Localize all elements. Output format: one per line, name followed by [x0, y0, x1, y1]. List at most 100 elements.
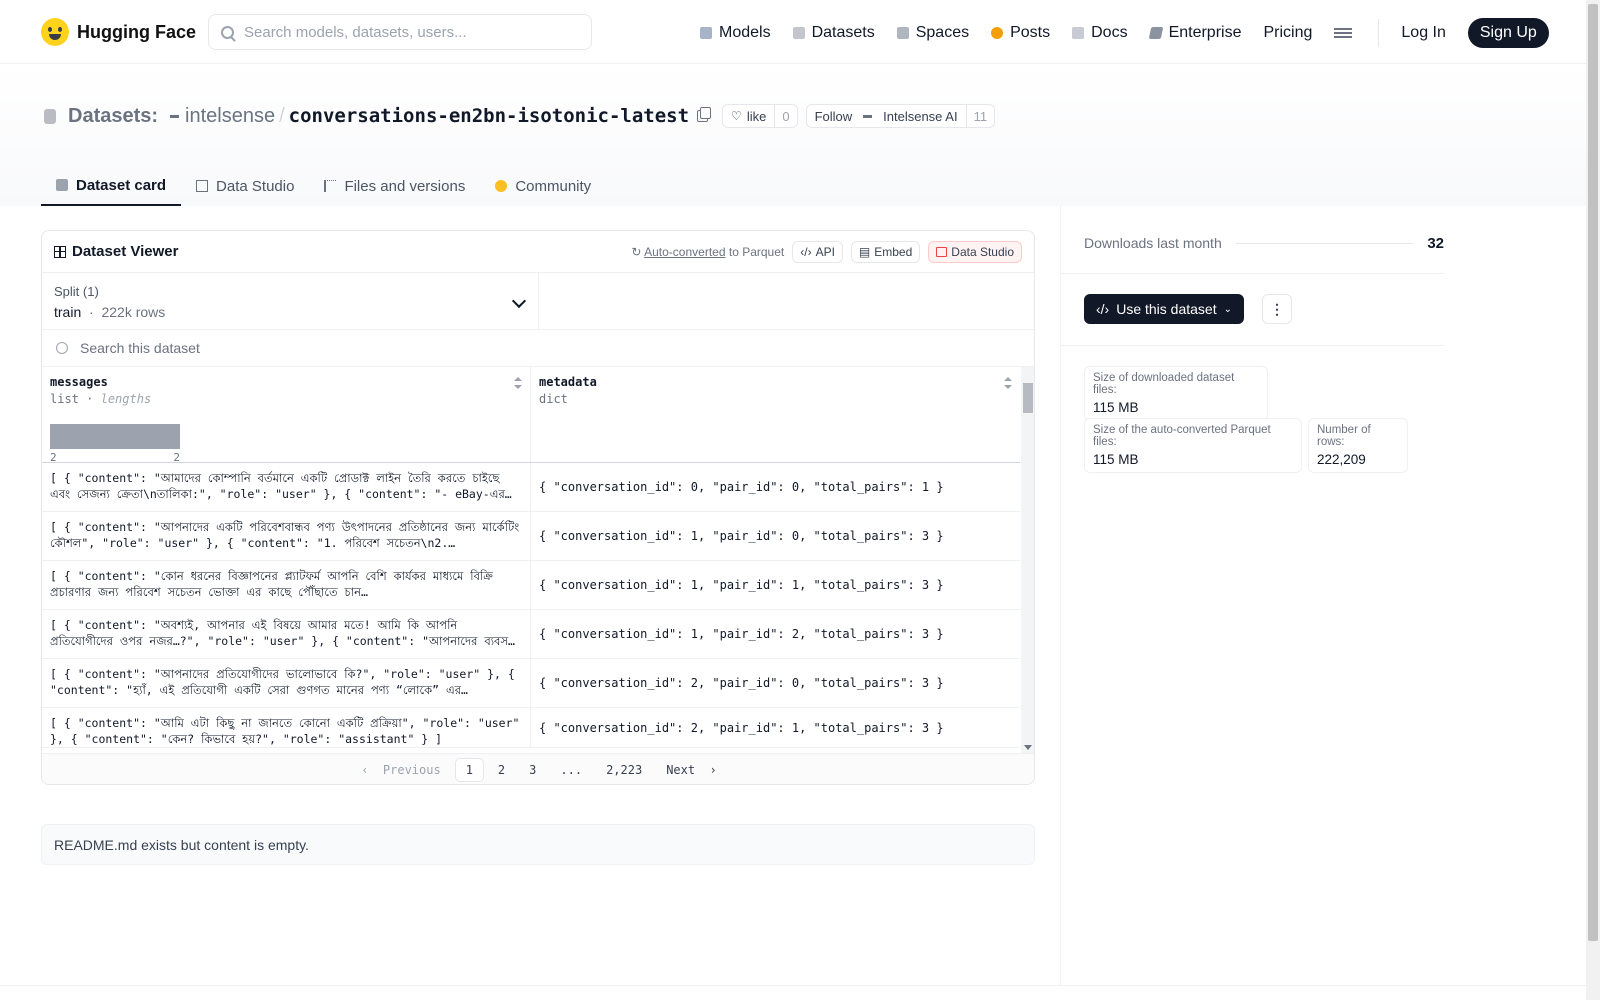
column-header-metadata[interactable]: metadata dict	[531, 367, 1020, 462]
data-studio-button[interactable]: Data Studio	[928, 240, 1022, 263]
tab-data-studio[interactable]: Data Studio	[181, 166, 309, 206]
table-row[interactable]: [ { "content": "আমাদের কোম্পানি বর্তমানে…	[42, 463, 1020, 512]
viewer-header: Dataset Viewer ↻ Auto-converted to Parqu…	[42, 231, 1034, 273]
cell-messages[interactable]: [ { "content": "কোন ধরনের বিজ্ঞাপনের প্ল…	[42, 561, 531, 609]
nav-models-label: Models	[719, 24, 771, 41]
cell-text: [ { "content": "আমাদের কোম্পানি বর্তমানে…	[50, 471, 512, 501]
cell-messages[interactable]: [ { "content": "আপনাদের একটি পরিবেশবান্ধ…	[42, 512, 531, 560]
api-button[interactable]: ‹/› API	[792, 240, 843, 263]
embed-button[interactable]: ▤ Embed	[850, 240, 921, 263]
dataset-search[interactable]	[42, 330, 1034, 367]
nav-links: Models Datasets Spaces Posts Docs Enterp…	[700, 18, 1549, 48]
dataset-name-link[interactable]: conversations-en2bn-isotonic-latest	[289, 105, 689, 127]
kebab-icon: ⋮	[1270, 300, 1284, 317]
table-row[interactable]: [ { "content": "আমি এটা কিছু না জানতে কো…	[42, 708, 1020, 748]
cell-messages[interactable]: [ { "content": "অবশ্যই, আপনার এই বিষয়ে …	[42, 610, 531, 658]
cell-text: [ { "content": "আপনাদের প্রতিযোগীদের ভাল…	[50, 667, 515, 697]
table-row[interactable]: [ { "content": "অবশ্যই, আপনার এই বিষয়ে …	[42, 610, 1020, 659]
nav-models[interactable]: Models	[700, 24, 771, 42]
home-logo-link[interactable]: Hugging Face	[41, 18, 196, 46]
histogram-labels: 22	[50, 451, 180, 464]
table-row[interactable]: [ { "content": "আপনাদের প্রতিযোগীদের ভাল…	[42, 659, 1020, 708]
scroll-down-arrow-icon[interactable]	[1024, 745, 1032, 750]
sort-icon[interactable]	[1004, 377, 1012, 389]
length-histogram-bar[interactable]	[50, 424, 180, 449]
cell-metadata[interactable]: { "conversation_id": 2, "pair_id": 0, "t…	[531, 659, 1020, 707]
nav-pricing[interactable]: Pricing	[1263, 24, 1312, 42]
split-dropdown[interactable]: Split (1) train · 222k rows	[42, 273, 539, 329]
breadcrumb-org-link[interactable]: intelsense	[185, 105, 275, 128]
column-type-text: list	[50, 392, 79, 406]
table-row[interactable]: [ { "content": "আপনাদের একটি পরিবেশবান্ধ…	[42, 512, 1020, 561]
follow-count: 11	[965, 105, 995, 127]
cell-metadata[interactable]: { "conversation_id": 1, "pair_id": 1, "t…	[531, 561, 1020, 609]
embed-label: Embed	[874, 244, 913, 259]
book-icon	[1072, 27, 1085, 39]
sort-icon[interactable]	[514, 377, 522, 389]
tab-dataset-card[interactable]: Dataset card	[41, 166, 182, 206]
page-scrollbar-thumb[interactable]	[1588, 4, 1598, 941]
next-label: Next	[666, 763, 696, 777]
stat-label: Size of the auto-converted Parquet files…	[1093, 424, 1271, 448]
split-dot: ·	[89, 304, 94, 320]
login-link[interactable]: Log In	[1401, 24, 1445, 42]
chevron-down-icon: ⌄	[1223, 303, 1232, 315]
cell-messages[interactable]: [ { "content": "আপনাদের প্রতিযোগীদের ভাল…	[42, 659, 531, 707]
scrollbar-thumb[interactable]	[1023, 383, 1033, 413]
dataset-search-input[interactable]	[80, 340, 261, 356]
copy-icon[interactable]	[697, 107, 712, 122]
nav-datasets[interactable]: Datasets	[792, 24, 875, 42]
page-button[interactable]: 3	[519, 759, 546, 781]
footer-divider	[0, 985, 1586, 986]
cell-text: [ { "content": "আমি এটা কিছু না জানতে কো…	[50, 716, 520, 746]
cube-icon	[56, 179, 68, 191]
global-search-input[interactable]	[244, 23, 574, 41]
cell-messages[interactable]: [ { "content": "আমি এটা কিছু না জানতে কো…	[42, 708, 531, 747]
column-name: messages	[50, 375, 108, 389]
page-scrollbar[interactable]	[1586, 0, 1600, 1000]
community-icon	[495, 180, 508, 192]
nav-more-menu[interactable]	[1334, 28, 1353, 38]
cell-metadata[interactable]: { "conversation_id": 0, "pair_id": 0, "t…	[531, 463, 1020, 511]
cell-metadata[interactable]: { "conversation_id": 2, "pair_id": 1, "t…	[531, 708, 1020, 747]
previous-label: Previous	[382, 763, 441, 777]
speech-bubble-icon	[991, 27, 1004, 39]
table-scrollbar[interactable]	[1021, 367, 1034, 753]
downloads-label: Downloads last month	[1084, 235, 1222, 251]
page-button[interactable]: 2	[488, 759, 515, 781]
stat-value: 115 MB	[1093, 400, 1139, 415]
signup-button[interactable]: Sign Up	[1467, 18, 1549, 48]
dataset-header: Datasets: intelsense / conversations-en2…	[0, 64, 1586, 206]
code-icon: ‹/›	[800, 244, 812, 259]
previous-page-button[interactable]: ‹ Previous	[351, 759, 450, 781]
auto-converted-link[interactable]: Auto-converted	[644, 245, 725, 259]
cell-metadata[interactable]: { "conversation_id": 1, "pair_id": 2, "t…	[531, 610, 1020, 658]
heart-icon: ♡	[731, 109, 742, 123]
nav-enterprise[interactable]: Enterprise	[1148, 24, 1241, 42]
cell-metadata[interactable]: { "conversation_id": 1, "pair_id": 0, "t…	[531, 512, 1020, 560]
files-icon	[324, 180, 337, 192]
page-button[interactable]: 2,223	[596, 759, 652, 781]
tab-community[interactable]: Community	[480, 166, 606, 206]
refresh-icon: ↻	[631, 244, 642, 259]
dataset-tabs: Dataset card Data Studio Files and versi…	[41, 166, 606, 206]
database-icon	[44, 108, 56, 124]
nav-posts[interactable]: Posts	[991, 24, 1050, 42]
use-this-dataset-button[interactable]: ‹/› Use this dataset ⌄	[1084, 294, 1244, 324]
nav-docs[interactable]: Docs	[1072, 24, 1128, 42]
like-button[interactable]: ♡ like 0	[722, 104, 798, 128]
nav-spaces[interactable]: Spaces	[896, 24, 969, 42]
org-avatar-icon	[863, 114, 873, 118]
page-button[interactable]: 1	[454, 758, 484, 782]
cell-messages[interactable]: [ { "content": "আমাদের কোম্পানি বর্তমানে…	[42, 463, 531, 511]
tab-dataset-card-label: Dataset card	[76, 176, 167, 194]
follow-button[interactable]: Follow Intelsense AI 11	[805, 104, 996, 128]
main-divider	[1060, 206, 1061, 986]
tab-files[interactable]: Files and versions	[309, 166, 480, 206]
split-name: train	[54, 304, 82, 320]
more-options-button[interactable]: ⋮	[1262, 294, 1292, 324]
table-row[interactable]: [ { "content": "কোন ধরনের বিজ্ঞাপনের প্ল…	[42, 561, 1020, 610]
column-header-messages[interactable]: messages list · lengths 22	[42, 367, 531, 464]
global-search[interactable]	[208, 14, 592, 50]
next-page-button[interactable]: Next ›	[656, 759, 727, 781]
